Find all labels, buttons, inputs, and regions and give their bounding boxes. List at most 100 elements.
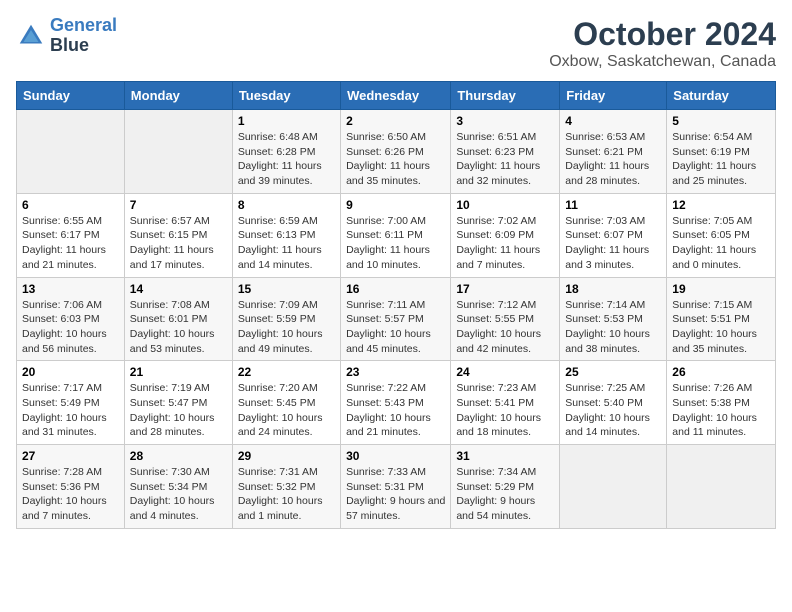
day-info: Sunrise: 7:34 AM Sunset: 5:29 PM Dayligh… xyxy=(456,465,554,524)
calendar-cell: 21 Sunrise: 7:19 AM Sunset: 5:47 PM Dayli… xyxy=(124,361,232,445)
day-number: 1 xyxy=(238,114,335,128)
calendar-cell: 1 Sunrise: 6:48 AM Sunset: 6:28 PM Daylig… xyxy=(232,110,340,194)
calendar-week-row: 20 Sunrise: 7:17 AM Sunset: 5:49 PM Dayli… xyxy=(17,361,776,445)
calendar-cell: 2Sunrise: 6:50 AM Sunset: 6:26 PM Daylig… xyxy=(341,110,451,194)
calendar-cell: 8Sunrise: 6:59 AM Sunset: 6:13 PM Daylig… xyxy=(232,193,340,277)
day-info: Sunrise: 7:17 AM Sunset: 5:49 PM Dayligh… xyxy=(22,381,119,440)
day-info: Sunrise: 6:51 AM Sunset: 6:23 PM Dayligh… xyxy=(456,130,554,189)
month-title: October 2024 xyxy=(549,16,776,53)
day-info: Sunrise: 7:03 AM Sunset: 6:07 PM Dayligh… xyxy=(565,214,661,273)
day-number: 7 xyxy=(130,198,227,212)
day-info: Sunrise: 7:08 AM Sunset: 6:01 PM Dayligh… xyxy=(130,298,227,357)
day-number: 20 xyxy=(22,365,119,379)
logo-line1: General xyxy=(50,15,117,35)
calendar-cell: 13Sunrise: 7:06 AM Sunset: 6:03 PM Dayli… xyxy=(17,277,125,361)
calendar-cell: 26 Sunrise: 7:26 AM Sunset: 5:38 PM Dayli… xyxy=(667,361,776,445)
day-number: 16 xyxy=(346,282,445,296)
calendar-cell: 22 Sunrise: 7:20 AM Sunset: 5:45 PM Dayli… xyxy=(232,361,340,445)
logo-line2: Blue xyxy=(50,36,117,56)
day-info: Sunrise: 7:12 AM Sunset: 5:55 PM Dayligh… xyxy=(456,298,554,357)
calendar-cell: 3 Sunrise: 6:51 AM Sunset: 6:23 PM Daylig… xyxy=(451,110,560,194)
day-number: 12 xyxy=(672,198,770,212)
calendar-cell: 5 Sunrise: 6:54 AM Sunset: 6:19 PM Daylig… xyxy=(667,110,776,194)
calendar-cell: 16Sunrise: 7:11 AM Sunset: 5:57 PM Dayli… xyxy=(341,277,451,361)
day-number: 21 xyxy=(130,365,227,379)
day-info: Sunrise: 7:05 AM Sunset: 6:05 PM Dayligh… xyxy=(672,214,770,273)
calendar-cell xyxy=(17,110,125,194)
day-number: 17 xyxy=(456,282,554,296)
day-info: Sunrise: 7:23 AM Sunset: 5:41 PM Dayligh… xyxy=(456,381,554,440)
calendar-cell: 17 Sunrise: 7:12 AM Sunset: 5:55 PM Dayli… xyxy=(451,277,560,361)
logo: General Blue xyxy=(16,16,117,56)
day-number: 26 xyxy=(672,365,770,379)
day-number: 9 xyxy=(346,198,445,212)
day-info: Sunrise: 7:09 AM Sunset: 5:59 PM Dayligh… xyxy=(238,298,335,357)
day-info: Sunrise: 7:25 AM Sunset: 5:40 PM Dayligh… xyxy=(565,381,661,440)
logo-icon xyxy=(16,21,46,51)
day-info: Sunrise: 7:14 AM Sunset: 5:53 PM Dayligh… xyxy=(565,298,661,357)
day-info: Sunrise: 7:15 AM Sunset: 5:51 PM Dayligh… xyxy=(672,298,770,357)
location-title: Oxbow, Saskatchewan, Canada xyxy=(549,53,776,71)
day-number: 25 xyxy=(565,365,661,379)
day-info: Sunrise: 7:31 AM Sunset: 5:32 PM Dayligh… xyxy=(238,465,335,524)
day-number: 23 xyxy=(346,365,445,379)
day-number: 22 xyxy=(238,365,335,379)
day-info: Sunrise: 7:19 AM Sunset: 5:47 PM Dayligh… xyxy=(130,381,227,440)
calendar-cell xyxy=(667,445,776,529)
day-info: Sunrise: 6:50 AM Sunset: 6:26 PM Dayligh… xyxy=(346,130,445,189)
day-number: 11 xyxy=(565,198,661,212)
day-number: 13 xyxy=(22,282,119,296)
weekday-header-friday: Friday xyxy=(560,82,667,110)
logo-text: General Blue xyxy=(50,16,117,56)
weekday-header-saturday: Saturday xyxy=(667,82,776,110)
calendar-cell: 31 Sunrise: 7:34 AM Sunset: 5:29 PM Dayli… xyxy=(451,445,560,529)
calendar-cell: 27Sunrise: 7:28 AM Sunset: 5:36 PM Dayli… xyxy=(17,445,125,529)
calendar-cell: 6Sunrise: 6:55 AM Sunset: 6:17 PM Daylig… xyxy=(17,193,125,277)
day-info: Sunrise: 7:28 AM Sunset: 5:36 PM Dayligh… xyxy=(22,465,119,524)
day-info: Sunrise: 7:00 AM Sunset: 6:11 PM Dayligh… xyxy=(346,214,445,273)
day-number: 4 xyxy=(565,114,661,128)
calendar-cell: 23Sunrise: 7:22 AM Sunset: 5:43 PM Dayli… xyxy=(341,361,451,445)
day-info: Sunrise: 6:48 AM Sunset: 6:28 PM Dayligh… xyxy=(238,130,335,189)
day-number: 5 xyxy=(672,114,770,128)
day-info: Sunrise: 7:26 AM Sunset: 5:38 PM Dayligh… xyxy=(672,381,770,440)
day-number: 14 xyxy=(130,282,227,296)
calendar-cell xyxy=(124,110,232,194)
day-number: 24 xyxy=(456,365,554,379)
weekday-header-sunday: Sunday xyxy=(17,82,125,110)
day-number: 19 xyxy=(672,282,770,296)
weekday-header-tuesday: Tuesday xyxy=(232,82,340,110)
day-number: 10 xyxy=(456,198,554,212)
weekday-header-monday: Monday xyxy=(124,82,232,110)
calendar-cell: 20 Sunrise: 7:17 AM Sunset: 5:49 PM Dayli… xyxy=(17,361,125,445)
calendar-cell: 11 Sunrise: 7:03 AM Sunset: 6:07 PM Dayli… xyxy=(560,193,667,277)
day-info: Sunrise: 6:57 AM Sunset: 6:15 PM Dayligh… xyxy=(130,214,227,273)
calendar-cell: 28 Sunrise: 7:30 AM Sunset: 5:34 PM Dayli… xyxy=(124,445,232,529)
calendar-cell: 7 Sunrise: 6:57 AM Sunset: 6:15 PM Daylig… xyxy=(124,193,232,277)
day-info: Sunrise: 7:33 AM Sunset: 5:31 PM Dayligh… xyxy=(346,465,445,524)
day-number: 3 xyxy=(456,114,554,128)
weekday-header-thursday: Thursday xyxy=(451,82,560,110)
day-number: 28 xyxy=(130,449,227,463)
day-info: Sunrise: 7:02 AM Sunset: 6:09 PM Dayligh… xyxy=(456,214,554,273)
calendar-week-row: 13Sunrise: 7:06 AM Sunset: 6:03 PM Dayli… xyxy=(17,277,776,361)
calendar-table: SundayMondayTuesdayWednesdayThursdayFrid… xyxy=(16,81,776,529)
day-number: 29 xyxy=(238,449,335,463)
day-info: Sunrise: 6:55 AM Sunset: 6:17 PM Dayligh… xyxy=(22,214,119,273)
calendar-week-row: 1 Sunrise: 6:48 AM Sunset: 6:28 PM Daylig… xyxy=(17,110,776,194)
calendar-cell: 24 Sunrise: 7:23 AM Sunset: 5:41 PM Dayli… xyxy=(451,361,560,445)
day-number: 18 xyxy=(565,282,661,296)
day-info: Sunrise: 7:20 AM Sunset: 5:45 PM Dayligh… xyxy=(238,381,335,440)
calendar-cell: 29 Sunrise: 7:31 AM Sunset: 5:32 PM Dayli… xyxy=(232,445,340,529)
day-number: 30 xyxy=(346,449,445,463)
weekday-header-row: SundayMondayTuesdayWednesdayThursdayFrid… xyxy=(17,82,776,110)
day-info: Sunrise: 6:59 AM Sunset: 6:13 PM Dayligh… xyxy=(238,214,335,273)
calendar-week-row: 6Sunrise: 6:55 AM Sunset: 6:17 PM Daylig… xyxy=(17,193,776,277)
day-info: Sunrise: 7:30 AM Sunset: 5:34 PM Dayligh… xyxy=(130,465,227,524)
day-number: 15 xyxy=(238,282,335,296)
weekday-header-wednesday: Wednesday xyxy=(341,82,451,110)
day-info: Sunrise: 6:54 AM Sunset: 6:19 PM Dayligh… xyxy=(672,130,770,189)
page-header: General Blue October 2024 Oxbow, Saskatc… xyxy=(16,16,776,71)
day-number: 31 xyxy=(456,449,554,463)
calendar-cell: 15 Sunrise: 7:09 AM Sunset: 5:59 PM Dayli… xyxy=(232,277,340,361)
